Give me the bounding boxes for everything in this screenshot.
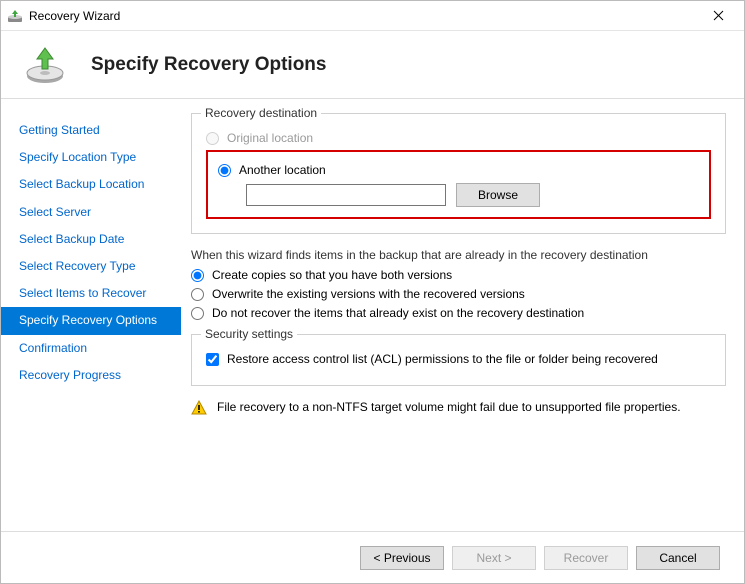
- close-button[interactable]: [698, 2, 738, 30]
- sidebar-step-select-server[interactable]: Select Server: [1, 199, 181, 226]
- cancel-button[interactable]: Cancel: [636, 546, 720, 570]
- radio-create-copies-row[interactable]: Create copies so that you have both vers…: [191, 268, 726, 282]
- recovery-destination-legend: Recovery destination: [201, 106, 321, 120]
- radio-create-copies[interactable]: [191, 269, 204, 282]
- security-settings-group: Security settings Restore access control…: [191, 334, 726, 386]
- window-title: Recovery Wizard: [29, 9, 698, 23]
- page-heading: Specify Recovery Options: [91, 54, 326, 76]
- browse-button[interactable]: Browse: [456, 183, 540, 207]
- recovery-destination-group: Recovery destination Original location A…: [191, 113, 726, 234]
- radio-another-location-row[interactable]: Another location: [218, 163, 699, 177]
- recover-button: Recover: [544, 546, 628, 570]
- radio-original-location: [206, 132, 219, 145]
- checkbox-restore-acl-row[interactable]: Restore access control list (ACL) permis…: [206, 352, 711, 366]
- checkbox-restore-acl-label: Restore access control list (ACL) permis…: [227, 352, 658, 366]
- sidebar-step-confirmation[interactable]: Confirmation: [1, 335, 181, 362]
- sidebar-step-recovery-type[interactable]: Select Recovery Type: [1, 253, 181, 280]
- warning-icon: [191, 400, 207, 416]
- conflict-group: When this wizard finds items in the back…: [191, 248, 726, 320]
- sidebar-step-recovery-progress[interactable]: Recovery Progress: [1, 362, 181, 389]
- sidebar-step-getting-started[interactable]: Getting Started: [1, 117, 181, 144]
- radio-do-not-recover-label: Do not recover the items that already ex…: [212, 306, 584, 320]
- security-settings-legend: Security settings: [201, 327, 297, 341]
- close-icon: [713, 10, 724, 21]
- sidebar-step-recovery-options[interactable]: Specify Recovery Options: [1, 307, 181, 334]
- next-button: Next >: [452, 546, 536, 570]
- sidebar-step-backup-location[interactable]: Select Backup Location: [1, 171, 181, 198]
- app-icon: [7, 8, 23, 24]
- content-pane: Recovery destination Original location A…: [181, 99, 744, 531]
- recovery-hero-icon: [23, 43, 67, 87]
- checkbox-restore-acl[interactable]: [206, 353, 219, 366]
- radio-create-copies-label: Create copies so that you have both vers…: [212, 268, 452, 282]
- radio-original-location-row: Original location: [206, 131, 711, 145]
- sidebar: Getting Started Specify Location Type Se…: [1, 99, 181, 531]
- another-location-controls: Browse: [246, 183, 699, 207]
- radio-do-not-recover[interactable]: [191, 307, 204, 320]
- header-band: Specify Recovery Options: [1, 31, 744, 99]
- radio-overwrite[interactable]: [191, 288, 204, 301]
- radio-original-location-label: Original location: [227, 131, 313, 145]
- radio-overwrite-row[interactable]: Overwrite the existing versions with the…: [191, 287, 726, 301]
- footer: < Previous Next > Recover Cancel: [1, 531, 744, 583]
- another-location-path-input[interactable]: [246, 184, 446, 206]
- radio-another-location-label: Another location: [239, 163, 326, 177]
- sidebar-step-backup-date[interactable]: Select Backup Date: [1, 226, 181, 253]
- wizard-window: Recovery Wizard Specify Recovery Options…: [0, 0, 745, 584]
- radio-another-location[interactable]: [218, 164, 231, 177]
- radio-do-not-recover-row[interactable]: Do not recover the items that already ex…: [191, 306, 726, 320]
- sidebar-step-items-to-recover[interactable]: Select Items to Recover: [1, 280, 181, 307]
- body: Getting Started Specify Location Type Se…: [1, 99, 744, 531]
- warning-row: File recovery to a non-NTFS target volum…: [191, 400, 726, 416]
- highlighted-another-location: Another location Browse: [206, 150, 711, 219]
- titlebar: Recovery Wizard: [1, 1, 744, 31]
- previous-button[interactable]: < Previous: [360, 546, 444, 570]
- conflict-intro: When this wizard finds items in the back…: [191, 248, 726, 262]
- radio-overwrite-label: Overwrite the existing versions with the…: [212, 287, 525, 301]
- sidebar-step-location-type[interactable]: Specify Location Type: [1, 144, 181, 171]
- warning-text: File recovery to a non-NTFS target volum…: [217, 400, 681, 414]
